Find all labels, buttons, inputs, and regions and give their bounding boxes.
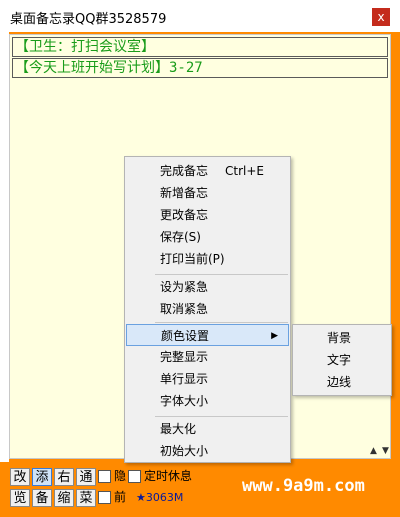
menu-button[interactable]: 菜	[76, 489, 96, 507]
menu-item-font-size[interactable]: 字体大小	[126, 390, 289, 412]
menu-item-new[interactable]: 新增备忘	[126, 182, 289, 204]
menu-item-label: 取消紧急	[160, 302, 209, 316]
submenu-item-background[interactable]: 背景	[327, 327, 351, 349]
edit-button[interactable]: 改	[10, 468, 30, 486]
menu-item-label: 更改备忘	[160, 208, 209, 222]
menu-item-label: 字体大小	[160, 394, 209, 408]
menu-item-edit[interactable]: 更改备忘	[126, 204, 289, 226]
scroll-down-icon[interactable]: ▼	[382, 446, 389, 456]
menu-separator	[155, 416, 288, 417]
menu-item-label: 颜色设置	[161, 329, 210, 343]
backup-button[interactable]: 备	[32, 489, 52, 507]
menu-item-print[interactable]: 打印当前(P)	[126, 248, 289, 270]
scroll-up-icon[interactable]: ▲	[370, 446, 377, 456]
menu-item-label: 完成备忘	[160, 164, 209, 178]
timer-label: 定时休息	[144, 469, 193, 483]
hide-label: 隐	[114, 469, 127, 483]
menu-item-color-settings[interactable]: 颜色设置 ▶	[126, 324, 289, 346]
browse-button[interactable]: 览	[10, 489, 30, 507]
memo-item[interactable]: 【今天上班开始写计划】3-27	[12, 58, 388, 78]
front-label: 前	[114, 490, 127, 504]
close-button[interactable]: x	[372, 8, 390, 26]
menu-item-cancel-urgent[interactable]: 取消紧急	[126, 298, 289, 320]
menu-item-complete[interactable]: 完成备忘 Ctrl+E	[126, 160, 289, 182]
front-checkbox[interactable]	[98, 491, 111, 504]
memory-status: ★3063M	[136, 491, 184, 504]
menu-item-label: 打印当前(P)	[160, 252, 225, 266]
menu-item-label: 新增备忘	[160, 186, 209, 200]
menu-item-label: 保存(S)	[160, 230, 201, 244]
context-menu: 完成备忘 Ctrl+E 新增备忘 更改备忘 保存(S) 打印当前(P) 设为紧急…	[124, 156, 291, 463]
submenu-arrow-icon: ▶	[271, 331, 278, 341]
watermark-text: www.9a9m.com	[242, 476, 365, 496]
menu-item-label: 初始大小	[160, 444, 209, 458]
menu-item-label: 完整显示	[160, 350, 209, 364]
menu-item-shortcut: Ctrl+E	[225, 164, 264, 178]
menu-item-label: 设为紧急	[160, 280, 209, 294]
submenu-item-border[interactable]: 边线	[327, 371, 351, 393]
window-title: 桌面备忘录QQ群3528579	[10, 12, 167, 27]
menu-item-full-display[interactable]: 完整显示	[126, 346, 289, 368]
menu-item-save[interactable]: 保存(S)	[126, 226, 289, 248]
left-border	[0, 32, 9, 462]
hide-checkbox[interactable]	[98, 470, 111, 483]
timer-checkbox[interactable]	[128, 470, 141, 483]
color-submenu: 背景 文字 边线	[292, 324, 392, 396]
title-bar: 桌面备忘录QQ群3528579 x	[0, 0, 400, 32]
menu-item-maximize[interactable]: 最大化	[126, 418, 289, 440]
menu-item-single-line[interactable]: 单行显示	[126, 368, 289, 390]
menu-separator	[155, 322, 288, 323]
shrink-button[interactable]: 缩	[54, 489, 74, 507]
menu-item-set-urgent[interactable]: 设为紧急	[126, 276, 289, 298]
menu-item-initial-size[interactable]: 初始大小	[126, 440, 289, 462]
submenu-item-text[interactable]: 文字	[327, 349, 351, 371]
through-button[interactable]: 通	[76, 468, 96, 486]
memo-item[interactable]: 【卫生：打扫会议室】	[12, 37, 388, 57]
menu-item-label: 最大化	[160, 422, 197, 436]
menu-item-label: 单行显示	[160, 372, 209, 386]
add-button[interactable]: 添	[32, 468, 52, 486]
right-button[interactable]: 右	[54, 468, 74, 486]
menu-separator	[155, 274, 288, 275]
